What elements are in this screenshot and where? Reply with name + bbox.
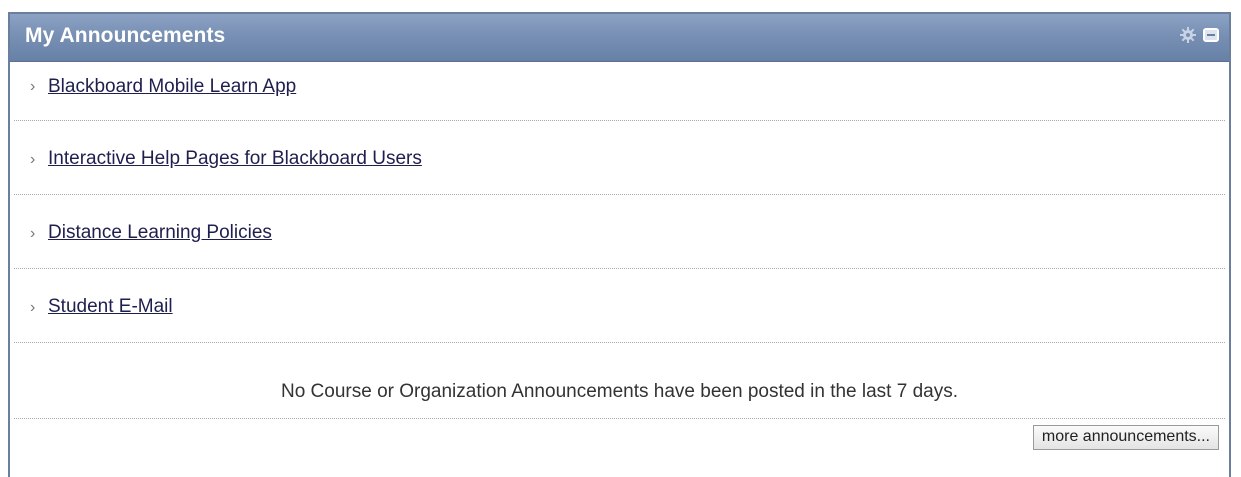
announcement-link[interactable]: Distance Learning Policies xyxy=(48,222,272,244)
announcements-module: My Announcements › Blackboard Mobile Lea… xyxy=(8,12,1231,477)
announcement-item: › Blackboard Mobile Learn App xyxy=(14,62,1225,121)
module-title: My Announcements xyxy=(25,24,226,47)
more-announcements-button[interactable]: more announcements... xyxy=(1032,425,1219,450)
announcement-link[interactable]: Student E-Mail xyxy=(48,296,173,318)
gear-icon[interactable] xyxy=(1179,26,1197,44)
announcement-item: › Distance Learning Policies xyxy=(14,195,1225,269)
chevron-right-icon: › xyxy=(30,78,36,95)
announcement-item: › Interactive Help Pages for Blackboard … xyxy=(14,121,1225,195)
module-footer: more announcements... xyxy=(10,419,1229,459)
announcement-link[interactable]: Interactive Help Pages for Blackboard Us… xyxy=(48,148,422,170)
chevron-right-icon: › xyxy=(30,299,36,316)
module-header: My Announcements xyxy=(10,14,1229,62)
chevron-right-icon: › xyxy=(30,151,36,168)
chevron-right-icon: › xyxy=(30,225,36,242)
no-announcements-notice: No Course or Organization Announcements … xyxy=(14,343,1225,419)
minimize-icon[interactable] xyxy=(1203,28,1219,42)
announcement-link[interactable]: Blackboard Mobile Learn App xyxy=(48,76,296,98)
header-icons xyxy=(1179,26,1219,44)
announcement-item: › Student E-Mail xyxy=(14,269,1225,343)
